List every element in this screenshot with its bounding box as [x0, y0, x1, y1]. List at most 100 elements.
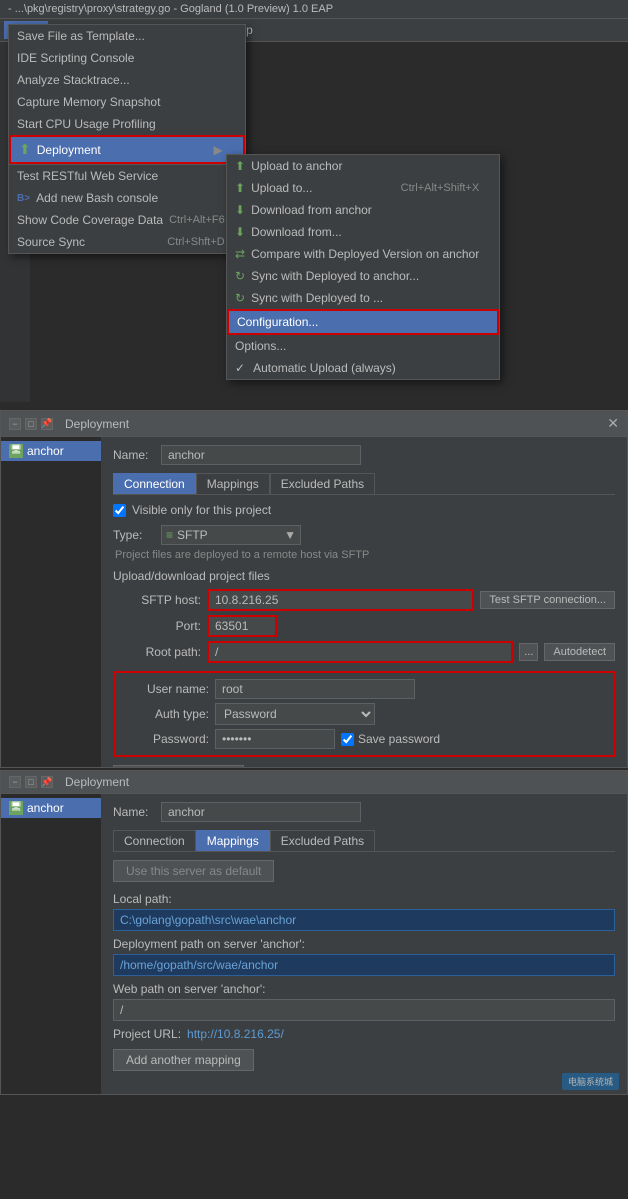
autodetect-button[interactable]: Autodetect — [544, 643, 615, 661]
local-path-input[interactable] — [113, 909, 615, 931]
deployment-submenu: ⬆ Upload to anchor ⬆ Upload to... Ctrl+A… — [226, 154, 500, 380]
dialog-1-main-panel: Name: Connection Mappings Excluded Paths… — [101, 437, 627, 767]
server-icon: 🖥 — [9, 444, 23, 458]
submenu-sync-to[interactable]: ↻ Sync with Deployed to ... — [227, 287, 499, 309]
dialog-2-sidebar-label: anchor — [27, 801, 64, 815]
submenu-compare[interactable]: ⇄ Compare with Deployed Version on ancho… — [227, 243, 499, 265]
dialog-2-tab-mappings[interactable]: Mappings — [196, 830, 270, 851]
title-bar: - ...\pkg\registry\proxy\strategy.go - G… — [0, 0, 628, 19]
submenu-download-from[interactable]: ⬇ Download from... — [227, 221, 499, 243]
submenu-configuration[interactable]: Configuration... — [227, 309, 499, 335]
tools-dropdown-menu: Save File as Template... IDE Scripting C… — [8, 24, 246, 254]
sidebar-entry-anchor[interactable]: 🖥 anchor — [1, 441, 101, 461]
menu-item-memory[interactable]: Capture Memory Snapshot — [9, 91, 245, 113]
menu-item-source-sync-label: Source Sync — [17, 235, 85, 249]
menu-item-ide-scripting[interactable]: IDE Scripting Console — [9, 47, 245, 69]
root-path-input[interactable] — [207, 641, 513, 663]
download-from-icon: ⬇ — [235, 225, 245, 239]
dialog-1-close[interactable]: ✕ — [607, 415, 619, 432]
dialog-2-tab-connection[interactable]: Connection — [113, 830, 196, 851]
dialog-2-tab-excluded[interactable]: Excluded Paths — [270, 830, 375, 851]
dialog-2-pin-button[interactable]: 📌 — [41, 776, 53, 788]
tab-connection[interactable]: Connection — [113, 473, 196, 494]
submenu-sync-anchor[interactable]: ↻ Sync with Deployed to anchor... — [227, 265, 499, 287]
root-path-row: Root path: ... Autodetect — [113, 641, 615, 663]
window-controls: − □ 📌 — [9, 418, 53, 430]
menu-item-save-template-label: Save File as Template... — [17, 29, 145, 43]
dialog-2-name-label: Name: — [113, 805, 153, 819]
menu-item-bash-label: Add new Bash console — [36, 191, 158, 205]
tab-excluded-paths[interactable]: Excluded Paths — [270, 473, 375, 494]
deploy-path-input[interactable] — [113, 954, 615, 976]
sftp-icon: ≡ — [166, 528, 173, 542]
sftp-host-input[interactable] — [207, 589, 474, 611]
advanced-options-button[interactable]: Advanced options... — [113, 765, 244, 767]
auth-type-row: Auth type: Password Key pair — [121, 703, 607, 725]
menu-item-ide-scripting-label: IDE Scripting Console — [17, 51, 134, 65]
dialog-2-minimize-button[interactable]: − — [9, 776, 21, 788]
test-sftp-button[interactable]: Test SFTP connection... — [480, 591, 615, 609]
menu-item-cpu[interactable]: Start CPU Usage Profiling — [9, 113, 245, 135]
sftp-hint: Project files are deployed to a remote h… — [115, 549, 615, 561]
dialog-1-sidebar: 🖥 anchor — [1, 437, 101, 767]
local-path-section: Local path: — [113, 892, 615, 931]
menu-item-bash[interactable]: B> Add new Bash console — [9, 187, 245, 209]
auth-type-label: Auth type: — [121, 707, 209, 721]
save-password-checkbox[interactable] — [341, 733, 354, 746]
auth-type-select[interactable]: Password Key pair — [215, 703, 375, 725]
dialog-1-title: Deployment — [65, 417, 129, 431]
type-row: Type: ≡ SFTP ▼ — [113, 525, 615, 545]
submenu-options[interactable]: Options... — [227, 335, 499, 357]
menu-item-restful[interactable]: Test RESTful Web Service — [9, 164, 245, 187]
deployment-icon: ⬆ — [19, 141, 31, 158]
download-anchor-icon: ⬇ — [235, 203, 245, 217]
username-input[interactable] — [215, 679, 415, 699]
dialog-2-maximize-button[interactable]: □ — [25, 776, 37, 788]
watermark-box: 电脑系统城 — [562, 1073, 619, 1090]
submenu-auto-upload[interactable]: ✓ Automatic Upload (always) — [227, 357, 499, 379]
web-path-input[interactable] — [113, 999, 615, 1021]
visible-only-checkbox[interactable] — [113, 504, 126, 517]
deployment-dialog-1: − □ 📌 Deployment ✕ 🖥 anchor Name: Connec… — [0, 410, 628, 768]
type-selector[interactable]: ≡ SFTP ▼ — [161, 525, 301, 545]
dialog-2-sidebar-entry-anchor[interactable]: 🖥 anchor — [1, 798, 101, 818]
menu-item-save-template[interactable]: Save File as Template... — [9, 25, 245, 47]
dropdown-overlay: Save File as Template... IDE Scripting C… — [8, 24, 246, 254]
dialog-2-name-row: Name: — [113, 802, 615, 822]
dialog-2-name-input[interactable] — [161, 802, 361, 822]
local-path-label: Local path: — [113, 892, 615, 906]
dialog-1-header: − □ 📌 Deployment ✕ — [1, 411, 627, 437]
pin-button[interactable]: 📌 — [41, 418, 53, 430]
sidebar-entry-label: anchor — [27, 444, 64, 458]
port-input[interactable] — [207, 615, 277, 637]
dialog-1-body: 🖥 anchor Name: Connection Mappings Exclu… — [1, 437, 627, 767]
minimize-button[interactable]: − — [9, 418, 21, 430]
save-password-row: Save password — [341, 732, 440, 746]
use-default-button[interactable]: Use this server as default — [113, 860, 274, 882]
web-path-section: Web path on server 'anchor': — [113, 982, 615, 1021]
submenu-upload-anchor[interactable]: ⬆ Upload to anchor — [227, 155, 499, 177]
dots-button[interactable]: ... — [519, 643, 538, 661]
menu-item-deployment[interactable]: ⬆ Deployment ▶ — [9, 135, 245, 164]
submenu-upload-to[interactable]: ⬆ Upload to... Ctrl+Alt+Shift+X — [227, 177, 499, 199]
auto-upload-check: ✓ — [235, 361, 245, 375]
submenu-download-anchor[interactable]: ⬇ Download from anchor — [227, 199, 499, 221]
maximize-button[interactable]: □ — [25, 418, 37, 430]
bash-icon: B> — [17, 193, 30, 204]
name-row: Name: — [113, 445, 615, 465]
password-input[interactable] — [215, 729, 335, 749]
name-input[interactable] — [161, 445, 361, 465]
menu-item-coverage[interactable]: Show Code Coverage Data Ctrl+Alt+F6 — [9, 209, 245, 231]
deployment-dialog-2: − □ 📌 Deployment 🖥 anchor Name: Connecti… — [0, 770, 628, 1095]
add-mapping-button[interactable]: Add another mapping — [113, 1049, 254, 1071]
menu-item-restful-label: Test RESTful Web Service — [17, 169, 158, 183]
menu-item-analyze[interactable]: Analyze Stacktrace... — [9, 69, 245, 91]
tab-mappings[interactable]: Mappings — [196, 473, 270, 494]
menu-item-source-sync[interactable]: Source Sync Ctrl+Shft+D — [9, 231, 245, 253]
sftp-host-label: SFTP host: — [113, 593, 201, 607]
type-dropdown-arrow[interactable]: ▼ — [284, 528, 296, 542]
project-url-link[interactable]: http://10.8.216.25/ — [187, 1027, 284, 1041]
dialog-2-header: − □ 📌 Deployment — [1, 771, 627, 794]
title-bar-text: - ...\pkg\registry\proxy\strategy.go - G… — [8, 3, 333, 15]
submenu-arrow: ▶ — [214, 143, 223, 157]
